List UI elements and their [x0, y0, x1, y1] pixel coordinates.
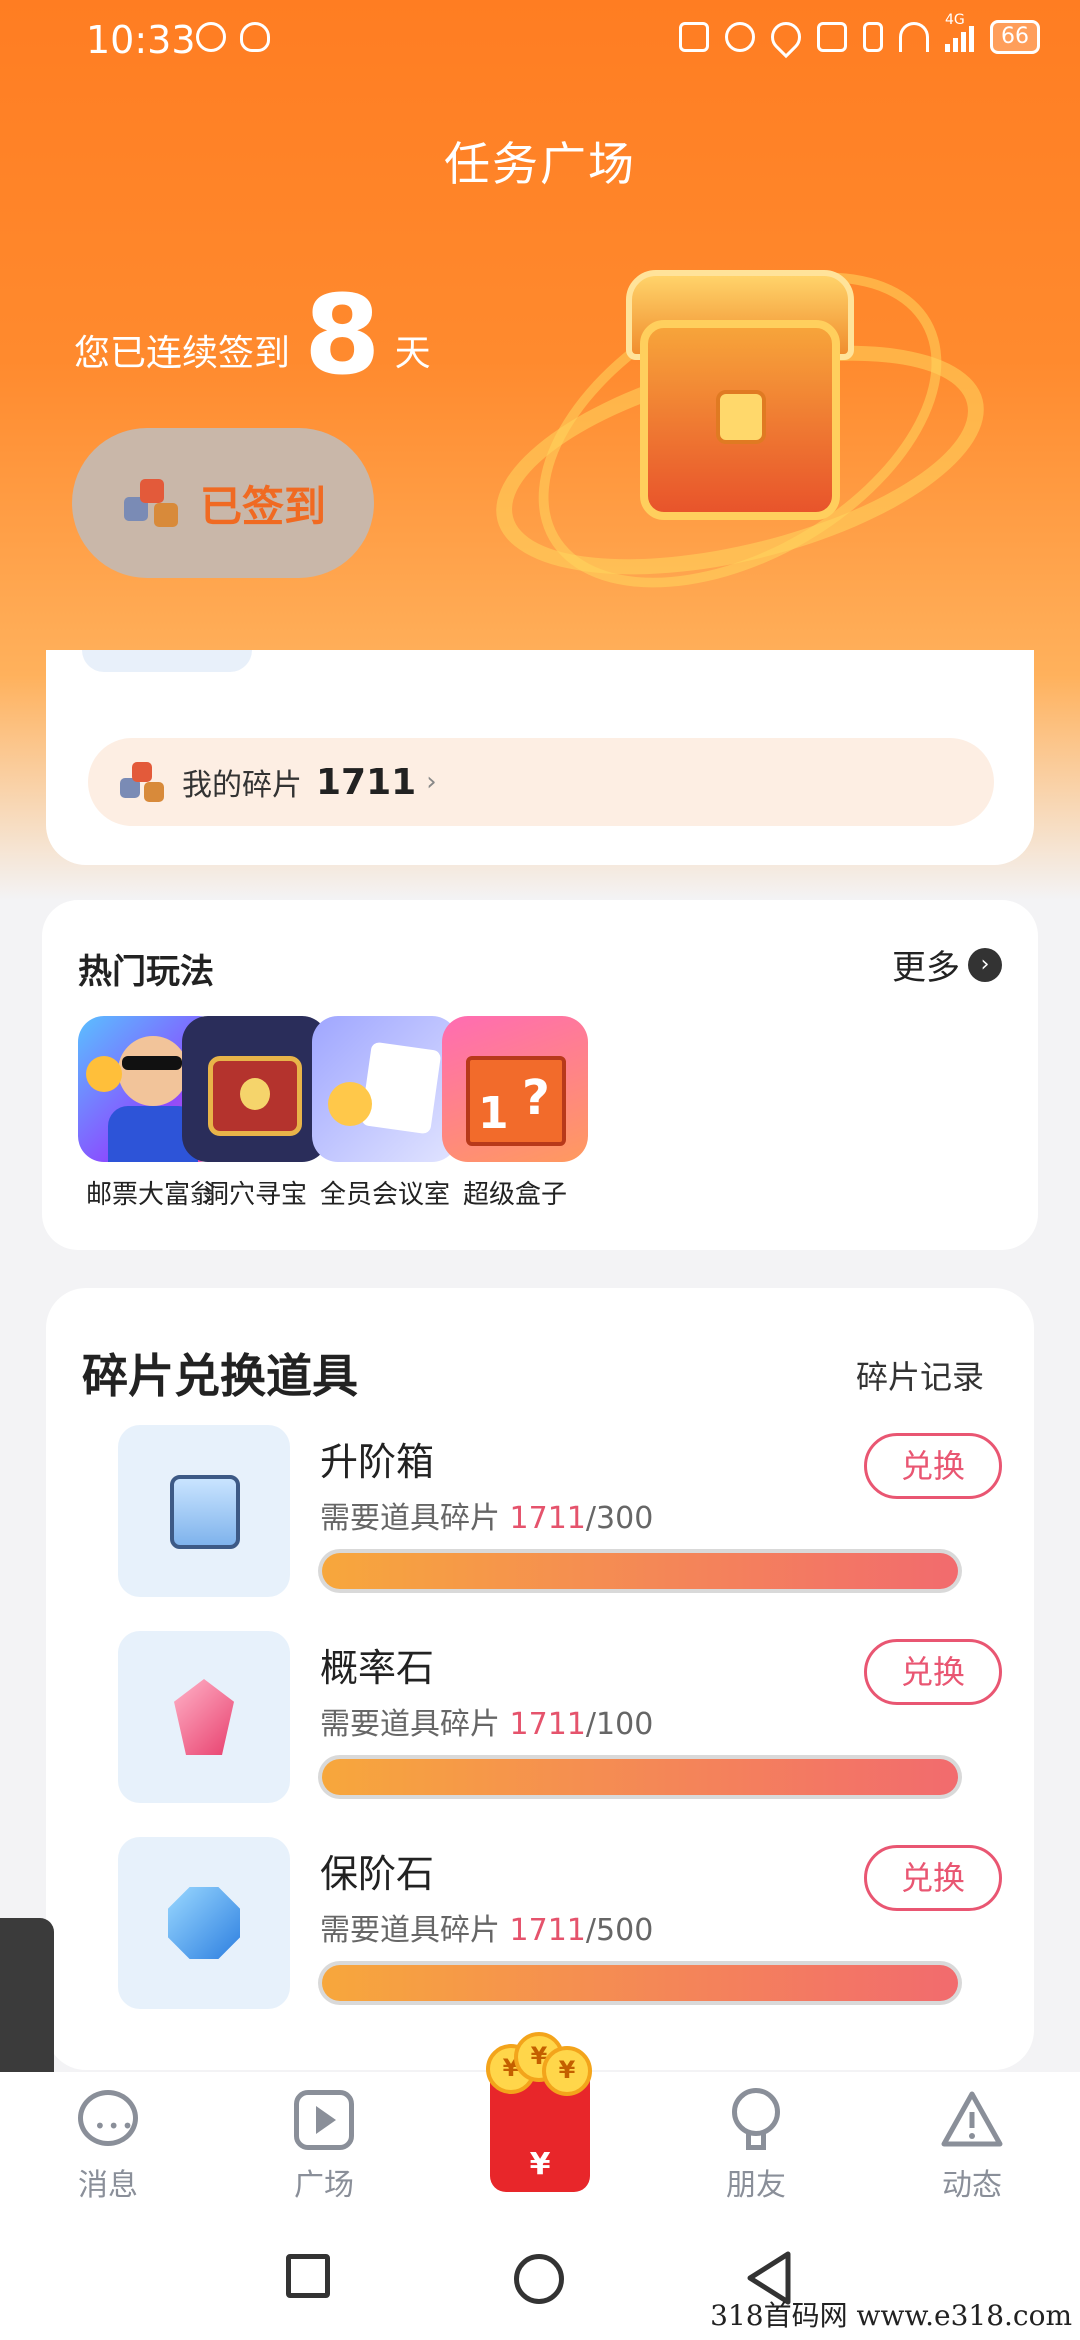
home-icon[interactable] — [514, 2254, 564, 2304]
vibrate-icon — [863, 22, 883, 52]
signal-icon: 4G — [945, 12, 974, 52]
alarm-icon — [725, 22, 755, 52]
probability-stone-icon — [118, 1631, 290, 1803]
fragment-exchange-card: 碎片兑换道具 碎片记录 升阶箱 需要道具碎片 1711/300 兑换 概率石 需… — [46, 1288, 1034, 2070]
item-have: 1711 — [509, 1913, 586, 1948]
play-square-icon — [292, 2088, 356, 2152]
location-icon — [764, 15, 808, 59]
page-title: 任务广场 — [444, 137, 636, 191]
item-name: 概率石 — [320, 1646, 435, 1690]
nav-label: 广场 — [294, 2168, 354, 2203]
nav-label: 消息 — [78, 2168, 138, 2203]
item-requirement: 需要道具碎片 1711/500 — [320, 1913, 654, 1948]
recent-apps-icon[interactable] — [286, 2254, 330, 2298]
alert-triangle-icon — [940, 2088, 1004, 2152]
camera-icon — [817, 22, 847, 52]
lightbulb-icon — [724, 2088, 788, 2152]
nfc-icon — [679, 22, 709, 52]
wechat-icon — [196, 22, 226, 52]
wifi-icon — [899, 22, 929, 52]
network-type: 4G — [945, 12, 965, 28]
streak-suffix: 天 — [394, 333, 431, 374]
item-progress-bar — [318, 1549, 962, 1593]
red-packet-button[interactable]: ¥ ¥ ¥ ¥ — [486, 2032, 592, 2192]
exchange-button[interactable]: 兑换 — [864, 1433, 1002, 1499]
meeting-room-icon — [312, 1016, 458, 1162]
watermark: 318首码网 www.e318.com — [710, 2299, 1072, 2332]
hot-games-card: 热门玩法 更多 › 邮票大富翁 洞穴寻宝 全员会议室 ? 1 超级盒子 — [42, 900, 1038, 1250]
exchange-item: 概率石 需要道具碎片 1711/100 兑换 — [118, 1631, 1002, 1803]
item-have: 1711 — [509, 1501, 586, 1536]
my-fragments-link[interactable]: 我的碎片 1711 › — [88, 738, 994, 826]
message-icon: ••• — [76, 2088, 140, 2152]
status-time: 10:33 — [86, 18, 196, 62]
chevron-right-icon: › — [426, 767, 437, 797]
cave-treasure-icon — [182, 1016, 328, 1162]
system-nav-bar: 318首码网 www.e318.com — [0, 2222, 1080, 2340]
signed-in-button[interactable]: 已签到 — [72, 428, 374, 578]
treasure-chest-illustration — [473, 207, 1007, 653]
game-item[interactable]: 全员会议室 — [312, 1016, 458, 1211]
game-item[interactable]: 洞穴寻宝 — [182, 1016, 328, 1211]
item-need: /100 — [585, 1707, 654, 1742]
streak-days: 8 — [304, 271, 381, 399]
upgrade-box-icon — [118, 1425, 290, 1597]
game-name: 全员会议室 — [319, 1180, 450, 1210]
fragments-card: 我的碎片 1711 › — [46, 650, 1034, 865]
red-packet-icon: ¥ — [529, 2147, 551, 2182]
item-name: 升阶箱 — [320, 1440, 435, 1484]
item-need: /300 — [585, 1501, 654, 1536]
exchange-button[interactable]: 兑换 — [864, 1639, 1002, 1705]
puzzle-icon — [118, 760, 168, 804]
nav-label: 动态 — [942, 2168, 1002, 2203]
item-have: 1711 — [509, 1707, 586, 1742]
exchange-button[interactable]: 兑换 — [864, 1845, 1002, 1911]
nav-item-square[interactable]: 广场 — [254, 2088, 394, 2204]
item-progress-bar — [318, 1755, 962, 1799]
checkin-streak: 您已连续签到 8 天 — [74, 280, 431, 390]
item-need: /500 — [585, 1913, 654, 1948]
nav-label: 朋友 — [726, 2168, 786, 2203]
exchange-item: 保阶石 需要道具碎片 1711/500 兑换 — [118, 1837, 1002, 2009]
more-label: 更多 — [892, 948, 960, 988]
super-box-icon: ? 1 — [442, 1016, 588, 1162]
item-requirement: 需要道具碎片 1711/300 — [320, 1501, 654, 1536]
fragment-record-link[interactable]: 碎片记录 — [856, 1352, 984, 1398]
exchange-item: 升阶箱 需要道具碎片 1711/300 兑换 — [118, 1425, 1002, 1597]
hot-games-title: 热门玩法 — [78, 952, 214, 992]
item-progress-bar — [318, 1961, 962, 2005]
arrow-right-circle-icon: › — [968, 947, 1002, 982]
fragments-count: 1711 — [316, 761, 417, 803]
item-name: 保阶石 — [320, 1852, 435, 1896]
protect-stone-icon — [118, 1837, 290, 2009]
nav-item-friends[interactable]: 朋友 — [686, 2088, 826, 2204]
game-name: 洞穴寻宝 — [202, 1180, 307, 1210]
battery-indicator: 66 — [990, 20, 1040, 54]
exchange-title: 碎片兑换道具 — [82, 1349, 358, 1403]
nav-item-messages[interactable]: ••• 消息 — [38, 2088, 178, 2204]
game-item[interactable]: ? 1 超级盒子 — [442, 1016, 588, 1211]
game-name: 超级盒子 — [462, 1180, 567, 1210]
status-bar: 10:33 4G 66 — [0, 0, 1080, 84]
puzzle-icon — [120, 475, 184, 531]
qq-icon — [240, 22, 270, 52]
signed-in-label: 已签到 — [199, 481, 326, 531]
more-button[interactable]: 更多 › — [892, 940, 1002, 989]
streak-prefix: 您已连续签到 — [74, 333, 291, 374]
nav-item-feed[interactable]: 动态 — [902, 2088, 1042, 2204]
item-requirement: 需要道具碎片 1711/100 — [320, 1707, 654, 1742]
bottom-nav: ••• 消息 广场 ¥ ¥ ¥ ¥ 朋友 动态 — [0, 2032, 1080, 2222]
fragments-label: 我的碎片 — [182, 768, 302, 803]
